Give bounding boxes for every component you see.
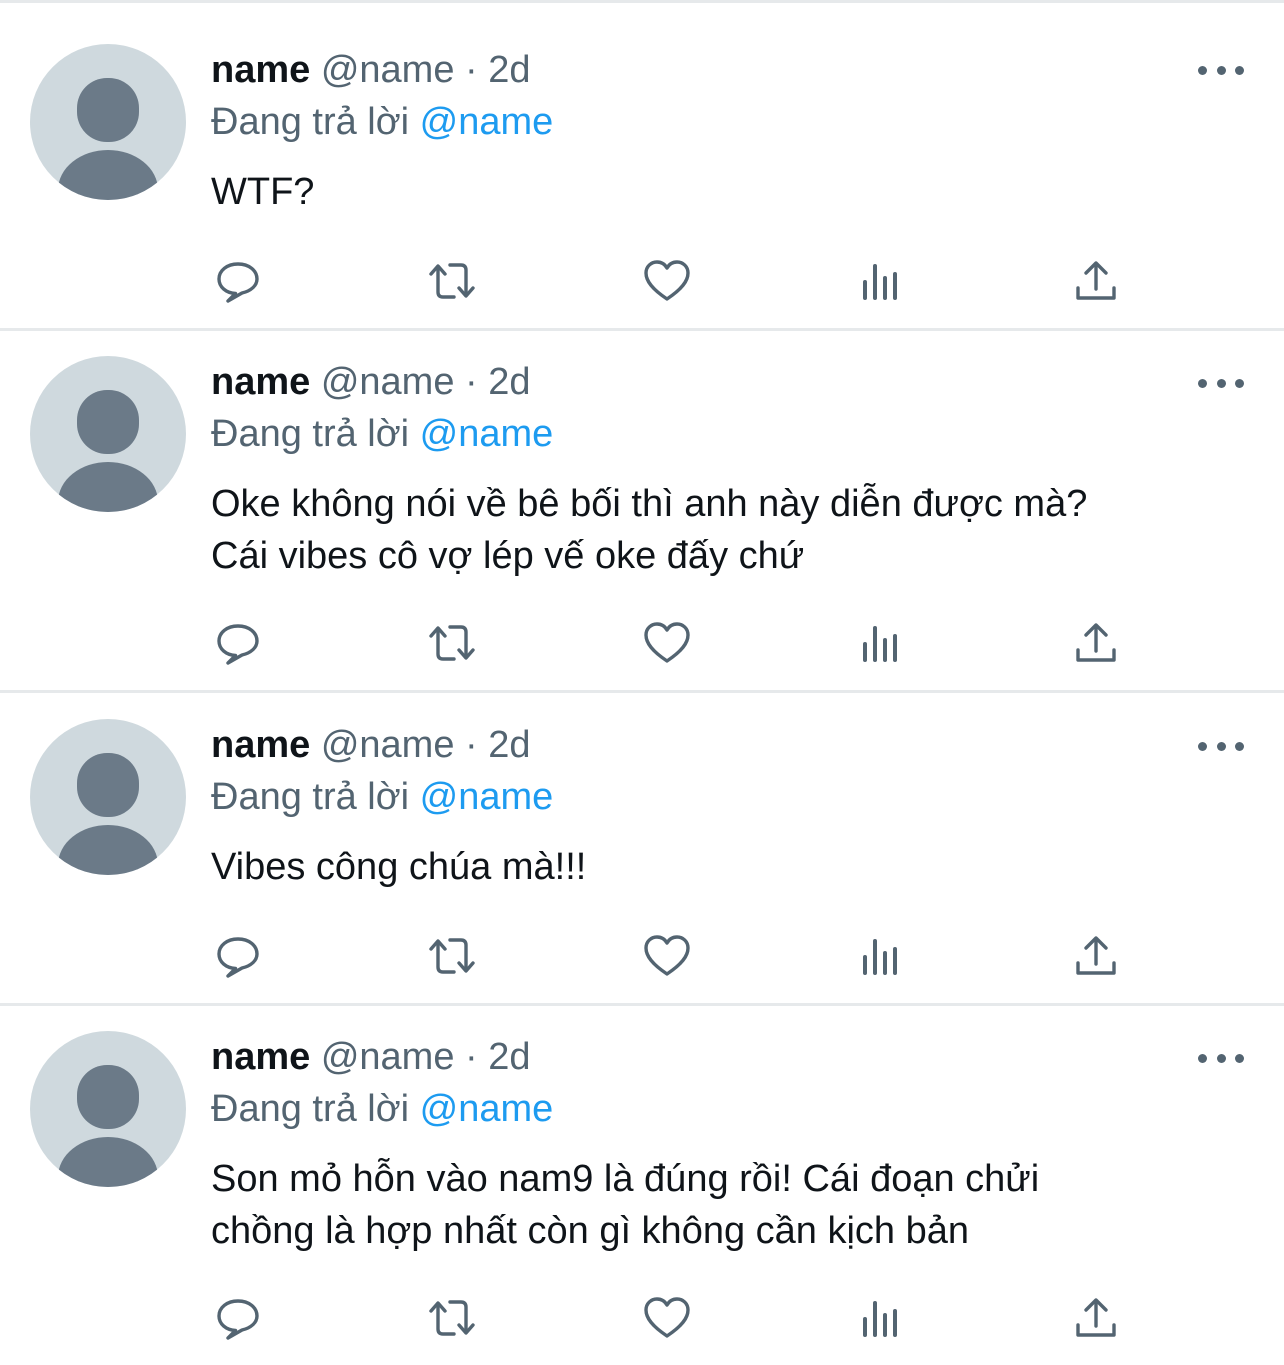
views-icon[interactable] [856,931,906,981]
tweet-text: WTF? [211,171,315,213]
replying-to: Đang trả lời @name [211,412,553,456]
divider [0,0,1284,3]
divider [0,1003,1284,1006]
views-icon[interactable] [856,618,906,668]
tweet-header: name @name · 2d [211,360,531,404]
share-icon[interactable] [1071,931,1121,981]
avatar[interactable] [30,44,186,200]
timestamp[interactable]: 2d [488,49,530,91]
separator: · [465,361,478,403]
replying-to: Đang trả lời @name [211,100,553,144]
tweet-header: name @name · 2d [211,723,531,767]
display-name[interactable]: name [211,49,310,91]
more-options-icon[interactable] [1198,373,1244,393]
replying-prefix: Đang trả lời [211,101,410,143]
timestamp[interactable]: 2d [488,1036,530,1078]
tweet-header: name @name · 2d [211,1035,531,1079]
action-bar [0,256,1284,306]
replying-to: Đang trả lời @name [211,775,553,819]
display-name[interactable]: name [211,1036,310,1078]
share-icon[interactable] [1071,256,1121,306]
tweet-text: Vibes công chúa mà!!! [211,846,587,888]
replying-prefix: Đang trả lời [211,413,410,455]
reply-icon[interactable] [213,1293,263,1343]
replying-to: Đang trả lời @name [211,1087,553,1131]
display-name[interactable]: name [211,724,310,766]
separator: · [465,724,478,766]
avatar[interactable] [30,719,186,875]
views-icon[interactable] [856,1293,906,1343]
action-bar [0,618,1284,668]
retweet-icon[interactable] [427,618,477,668]
display-name[interactable]: name [211,361,310,403]
like-icon[interactable] [642,931,692,981]
replying-handle-link[interactable]: @name [420,413,554,455]
replying-handle-link[interactable]: @name [420,101,554,143]
user-handle[interactable]: @name [321,1036,455,1078]
user-handle[interactable]: @name [321,724,455,766]
more-options-icon[interactable] [1198,736,1244,756]
avatar[interactable] [30,1031,186,1187]
timestamp[interactable]: 2d [488,361,530,403]
retweet-icon[interactable] [427,1293,477,1343]
like-icon[interactable] [642,618,692,668]
avatar[interactable] [30,356,186,512]
share-icon[interactable] [1071,618,1121,668]
divider [0,328,1284,331]
divider [0,690,1284,693]
replying-prefix: Đang trả lời [211,1088,410,1130]
tweet-text: Oke không nói về bê bối thì anh này diễn… [211,483,1088,577]
more-options-icon[interactable] [1198,60,1244,80]
retweet-icon[interactable] [427,931,477,981]
reply-icon[interactable] [213,931,263,981]
share-icon[interactable] [1071,1293,1121,1343]
user-handle[interactable]: @name [321,49,455,91]
timestamp[interactable]: 2d [488,724,530,766]
reply-icon[interactable] [213,256,263,306]
separator: · [465,1036,478,1078]
action-bar [0,1293,1284,1343]
tweet-text: Son mỏ hỗn vào nam9 là đúng rồi! Cái đoạ… [211,1158,1040,1252]
more-options-icon[interactable] [1198,1048,1244,1068]
like-icon[interactable] [642,1293,692,1343]
user-handle[interactable]: @name [321,361,455,403]
like-icon[interactable] [642,256,692,306]
action-bar [0,931,1284,981]
replying-handle-link[interactable]: @name [420,776,554,818]
views-icon[interactable] [856,256,906,306]
tweet-header: name @name · 2d [211,48,531,92]
replying-handle-link[interactable]: @name [420,1088,554,1130]
reply-feed: name @name · 2d Đang trả lời @name WTF? … [0,0,1284,1365]
separator: · [465,49,478,91]
replying-prefix: Đang trả lời [211,776,410,818]
retweet-icon[interactable] [427,256,477,306]
reply-icon[interactable] [213,618,263,668]
